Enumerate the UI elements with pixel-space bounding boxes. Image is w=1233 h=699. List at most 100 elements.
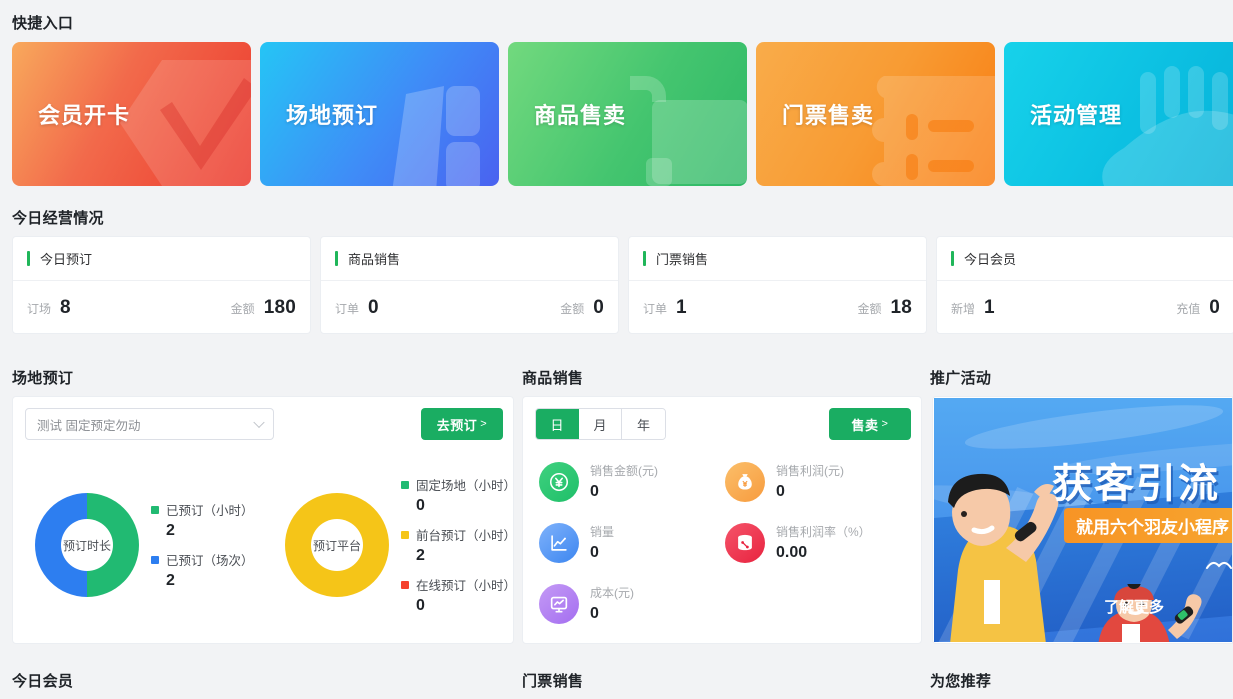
- accent-bar-icon: [27, 251, 30, 266]
- database-percent-icon: [725, 522, 765, 563]
- metric-profit-rate: 销售利润率（%） 0.00: [725, 512, 911, 573]
- venue-booking-panel: 测试 固定预定勿动 去预订 > 预订时长 已预订（小时） 2 已预订（场次） 2…: [12, 396, 516, 644]
- quick-card-label: 门票售卖: [782, 103, 875, 128]
- stat-key: 金额: [857, 301, 882, 316]
- legend-item: 已预订（场次） 2: [151, 550, 254, 590]
- stat-value: 1: [984, 296, 995, 318]
- quick-entry-row: 会员开卡 场地预订 商品售卖 门票售卖 活动管理: [12, 42, 1233, 186]
- stat-key: 新增: [951, 301, 976, 316]
- stat-card-body: 订场 8 金额 180: [13, 281, 310, 333]
- metric-label: 成本(元): [590, 586, 634, 600]
- chevron-down-icon: [253, 416, 265, 429]
- go-sell-button[interactable]: 售卖 >: [829, 408, 911, 440]
- stat-card-goods[interactable]: 商品销售 订单 0 金额 0: [320, 236, 619, 334]
- quick-card-label: 活动管理: [1030, 103, 1123, 128]
- promo-banner-panel[interactable]: 获客引流 就用六个羽友小程序 了解更多: [932, 396, 1233, 644]
- today-business-row: 今日预订 订场 8 金额 180 商品销售 订单 0 金额 0 门票销售 订单 …: [12, 236, 1233, 334]
- booking-duration-chart: 预订时长 已预订（小时） 2 已预订（场次） 2: [13, 447, 273, 643]
- arrow-right-icon: >: [480, 418, 488, 430]
- stat-card-title: 今日会员: [964, 252, 1017, 267]
- banner-subtitle: 就用六个羽友小程序: [1064, 508, 1232, 543]
- goods-toolbar: 日 月 年 售卖 >: [535, 408, 911, 440]
- stat-card-title: 商品销售: [348, 252, 401, 267]
- quick-card-venue[interactable]: 场地预订: [260, 42, 499, 186]
- legend-color-swatch: [401, 580, 409, 589]
- legend-value: 0: [416, 597, 425, 614]
- metric-label: 销售利润(元): [776, 464, 844, 478]
- venue-toolbar: 测试 固定预定勿动 去预订 >: [25, 408, 503, 440]
- yen-coin-icon: [539, 461, 579, 502]
- stat-key: 金额: [230, 301, 255, 316]
- metric-label: 销售利润率（%）: [776, 525, 871, 539]
- stat-card-ticket[interactable]: 门票销售 订单 1 金额 18: [628, 236, 927, 334]
- metric-value: 0.00: [776, 544, 808, 561]
- legend-value: 0: [416, 497, 425, 514]
- goods-section-title: 商品销售: [522, 370, 584, 387]
- stat-metric-left: 订单 0: [335, 297, 560, 319]
- legend-color-swatch: [151, 555, 159, 564]
- metric-sales-count: 销量 0: [539, 512, 725, 573]
- stat-key: 订单: [643, 301, 668, 316]
- stat-card-title: 门票销售: [656, 252, 709, 267]
- stat-card-header: 门票销售: [629, 237, 926, 281]
- venue-section-title: 场地预订: [12, 370, 74, 387]
- donut-chart[interactable]: 预订时长: [35, 493, 139, 597]
- stat-value: 0: [368, 296, 379, 318]
- stat-key: 金额: [560, 301, 585, 316]
- metric-sales-amount: 销售金额(元) 0: [539, 451, 725, 512]
- stat-card-member[interactable]: 今日会员 新增 1 充值 0: [936, 236, 1233, 334]
- legend-label: 固定场地（小时）: [416, 479, 517, 493]
- accent-bar-icon: [335, 251, 338, 266]
- dashboard-page: 快捷入口 会员开卡 场地预订 商品售卖 门票售卖 活动管理 今日经营情况 今日预…: [0, 0, 1233, 699]
- legend-color-swatch: [151, 505, 159, 514]
- stat-value: 0: [1209, 296, 1220, 318]
- quick-card-ticket[interactable]: 门票售卖: [756, 42, 995, 186]
- stat-key: 充值: [1176, 301, 1201, 316]
- venue-select[interactable]: 测试 固定预定勿动: [25, 408, 274, 440]
- go-booking-button[interactable]: 去预订 >: [421, 408, 503, 440]
- stat-card-body: 订单 1 金额 18: [629, 281, 926, 333]
- venue-select-value: 测试 固定预定勿动: [37, 418, 141, 433]
- metric-value: 0: [590, 483, 599, 500]
- tab-year[interactable]: 年: [622, 409, 665, 439]
- legend-label: 已预订（小时）: [166, 504, 254, 518]
- stat-card-body: 新增 1 充值 0: [937, 281, 1233, 333]
- stat-value: 8: [60, 296, 71, 318]
- legend-item: 固定场地（小时） 0: [401, 475, 516, 515]
- stat-card-booking[interactable]: 今日预订 订场 8 金额 180: [12, 236, 311, 334]
- stat-metric-right: 充值 0: [1176, 297, 1220, 319]
- metric-value: 0: [776, 483, 785, 500]
- goods-metrics-grid: 销售金额(元) 0 销售利润(元) 0 销量 0 销售利润率（%） 0.00 成…: [539, 451, 911, 634]
- donut-chart[interactable]: 预订平台: [285, 493, 389, 597]
- quick-card-membership[interactable]: 会员开卡: [12, 42, 251, 186]
- quick-entry-title: 快捷入口: [12, 15, 74, 32]
- tab-day[interactable]: 日: [536, 409, 579, 439]
- stat-card-body: 订单 0 金额 0: [321, 281, 618, 333]
- stat-key: 订单: [335, 301, 360, 316]
- tab-month[interactable]: 月: [579, 409, 622, 439]
- accent-bar-icon: [643, 251, 646, 266]
- metric-sales-profit: 销售利润(元) 0: [725, 451, 911, 512]
- metric-label: 销售金额(元): [590, 464, 658, 478]
- venue-charts: 预订时长 已预订（小时） 2 已预订（场次） 2 预订平台 固定场地（小时） 0…: [13, 447, 516, 643]
- promo-banner-image: 获客引流 就用六个羽友小程序 了解更多: [934, 398, 1232, 642]
- legend-value: 2: [416, 547, 425, 564]
- ticket-section-title: 门票销售: [522, 673, 584, 690]
- metric-label: 销量: [590, 525, 615, 539]
- banner-learn-more[interactable]: 了解更多: [1104, 596, 1164, 617]
- legend-color-swatch: [401, 530, 409, 539]
- stat-value: 18: [890, 296, 912, 318]
- quick-card-goods[interactable]: 商品售卖: [508, 42, 747, 186]
- quick-card-activity[interactable]: 活动管理: [1004, 42, 1233, 186]
- money-bag-icon: [725, 461, 765, 502]
- chart-legend: 固定场地（小时） 0 前台预订（小时） 2 在线预订（小时） 0: [401, 475, 516, 615]
- legend-value: 2: [166, 522, 175, 539]
- banner-headline: 获客引流: [1052, 462, 1220, 506]
- stat-metric-left: 订单 1: [643, 297, 857, 319]
- member-section-title: 今日会员: [12, 673, 74, 690]
- legend-item: 已预订（小时） 2: [151, 500, 254, 540]
- legend-label: 已预订（场次）: [166, 554, 254, 568]
- stat-metric-right: 金额 180: [231, 297, 296, 319]
- recommend-section-title: 为您推荐: [930, 673, 992, 690]
- stat-metric-left: 订场 8: [27, 297, 231, 319]
